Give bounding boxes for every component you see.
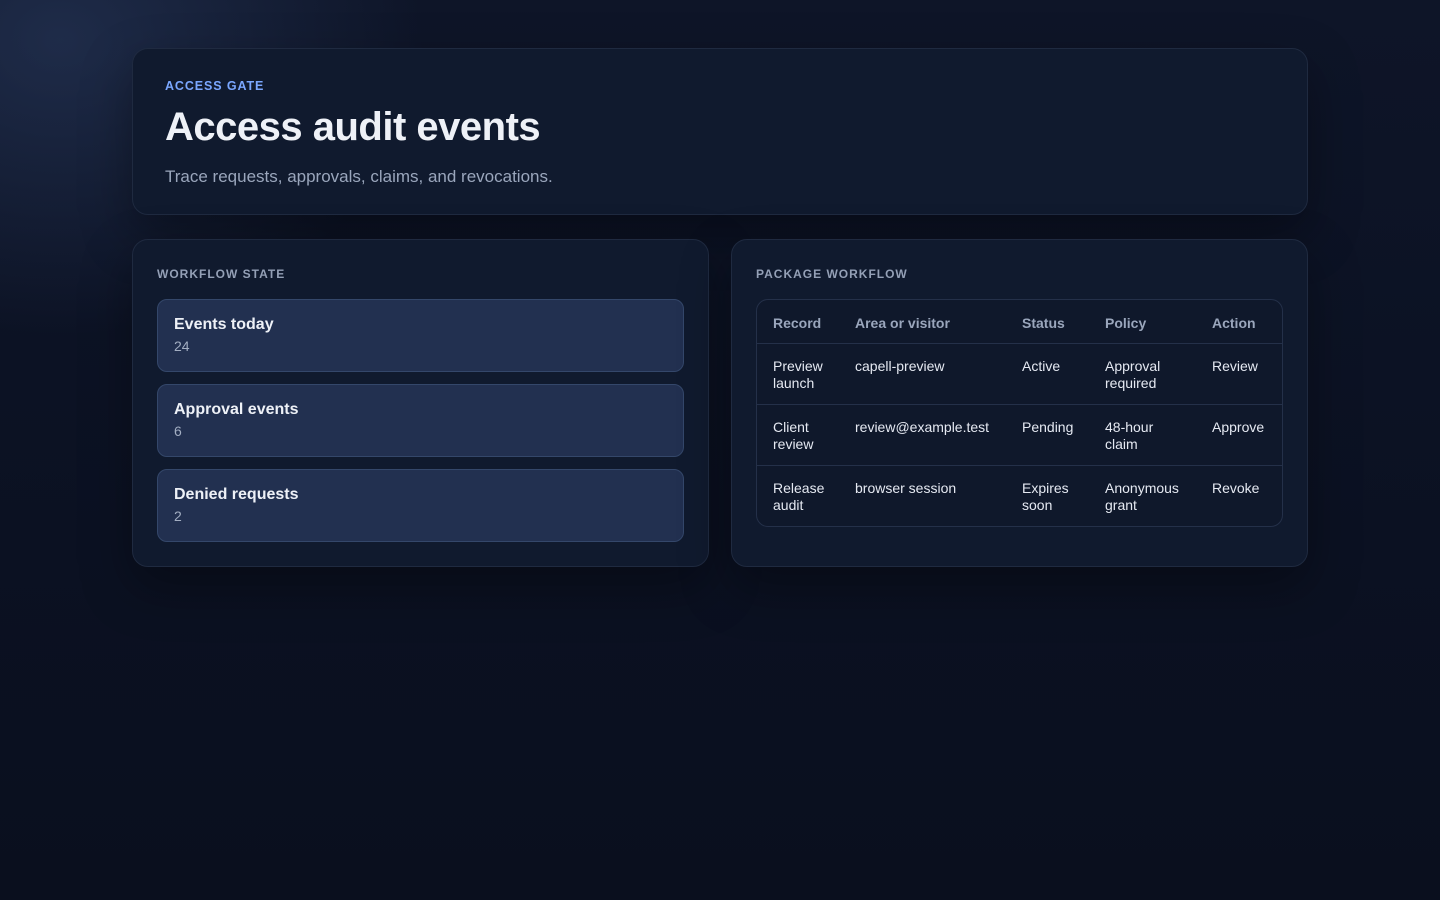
record-cell: Preview launch — [757, 344, 839, 406]
status-cell: Active — [1006, 344, 1089, 406]
section-label: PACKAGE WORKFLOW — [756, 267, 908, 281]
record-cell: Release audit — [773, 480, 825, 514]
policy-cell: Approval required — [1089, 344, 1196, 406]
stat-card-approval-events: Approval events 6 — [157, 384, 684, 457]
stat-label: Approval events — [174, 401, 299, 418]
stat-list: Events today 24 Approval events 6 Denied… — [157, 299, 684, 542]
section-label: WORKFLOW STATE — [157, 267, 286, 281]
header-panel: ACCESS GATE Access audit events Trace re… — [132, 48, 1308, 215]
stat-value: 2 — [174, 508, 182, 524]
status-cell: Expires soon — [1022, 480, 1069, 514]
column-header-policy: Policy — [1089, 300, 1196, 344]
stat-card-denied-requests: Denied requests 2 — [157, 469, 684, 542]
page-title: Access audit events — [165, 105, 541, 149]
stat-label: Events today — [174, 316, 274, 333]
workflow-table-container: Record Area or visitor Status Policy Act… — [756, 299, 1283, 528]
status-cell: Pending — [1006, 405, 1089, 467]
workflow-table: Record Area or visitor Status Policy Act… — [757, 300, 1282, 526]
policy-cell: 48-hour claim — [1089, 405, 1196, 467]
column-header-action: Action — [1196, 300, 1282, 344]
action-cell[interactable]: Revoke — [1196, 466, 1282, 526]
stat-card-events-today: Events today 24 — [157, 299, 684, 372]
column-header-area: Area or visitor — [839, 300, 1006, 344]
page-subtitle: Trace requests, approvals, claims, and r… — [165, 167, 553, 186]
table-row: Preview launch capell-preview Active App… — [757, 344, 1282, 406]
table-header-row: Record Area or visitor Status Policy Act… — [757, 300, 1282, 344]
area-cell: capell-preview — [839, 344, 1006, 406]
stat-label: Denied requests — [174, 486, 299, 503]
table-row: Client review review@example.test Pendin… — [757, 405, 1282, 467]
column-header-record: Record — [757, 300, 839, 344]
package-workflow-panel: PACKAGE WORKFLOW Record Area or visitor … — [731, 239, 1308, 567]
column-header-status: Status — [1006, 300, 1089, 344]
area-cell: browser session — [855, 480, 957, 497]
table-row: Release audit browser session Expires so… — [757, 466, 1282, 526]
workflow-state-panel: WORKFLOW STATE Events today 24 Approval … — [132, 239, 709, 567]
stat-value: 24 — [174, 338, 190, 354]
record-cell: Client review — [757, 405, 839, 467]
action-cell[interactable]: Approve — [1196, 405, 1282, 467]
policy-cell: Anonymous grant — [1105, 480, 1179, 514]
action-cell[interactable]: Review — [1196, 344, 1282, 406]
stat-value: 6 — [174, 423, 182, 439]
area-cell: review@example.test — [839, 405, 1006, 467]
eyebrow-label: ACCESS GATE — [165, 79, 265, 93]
